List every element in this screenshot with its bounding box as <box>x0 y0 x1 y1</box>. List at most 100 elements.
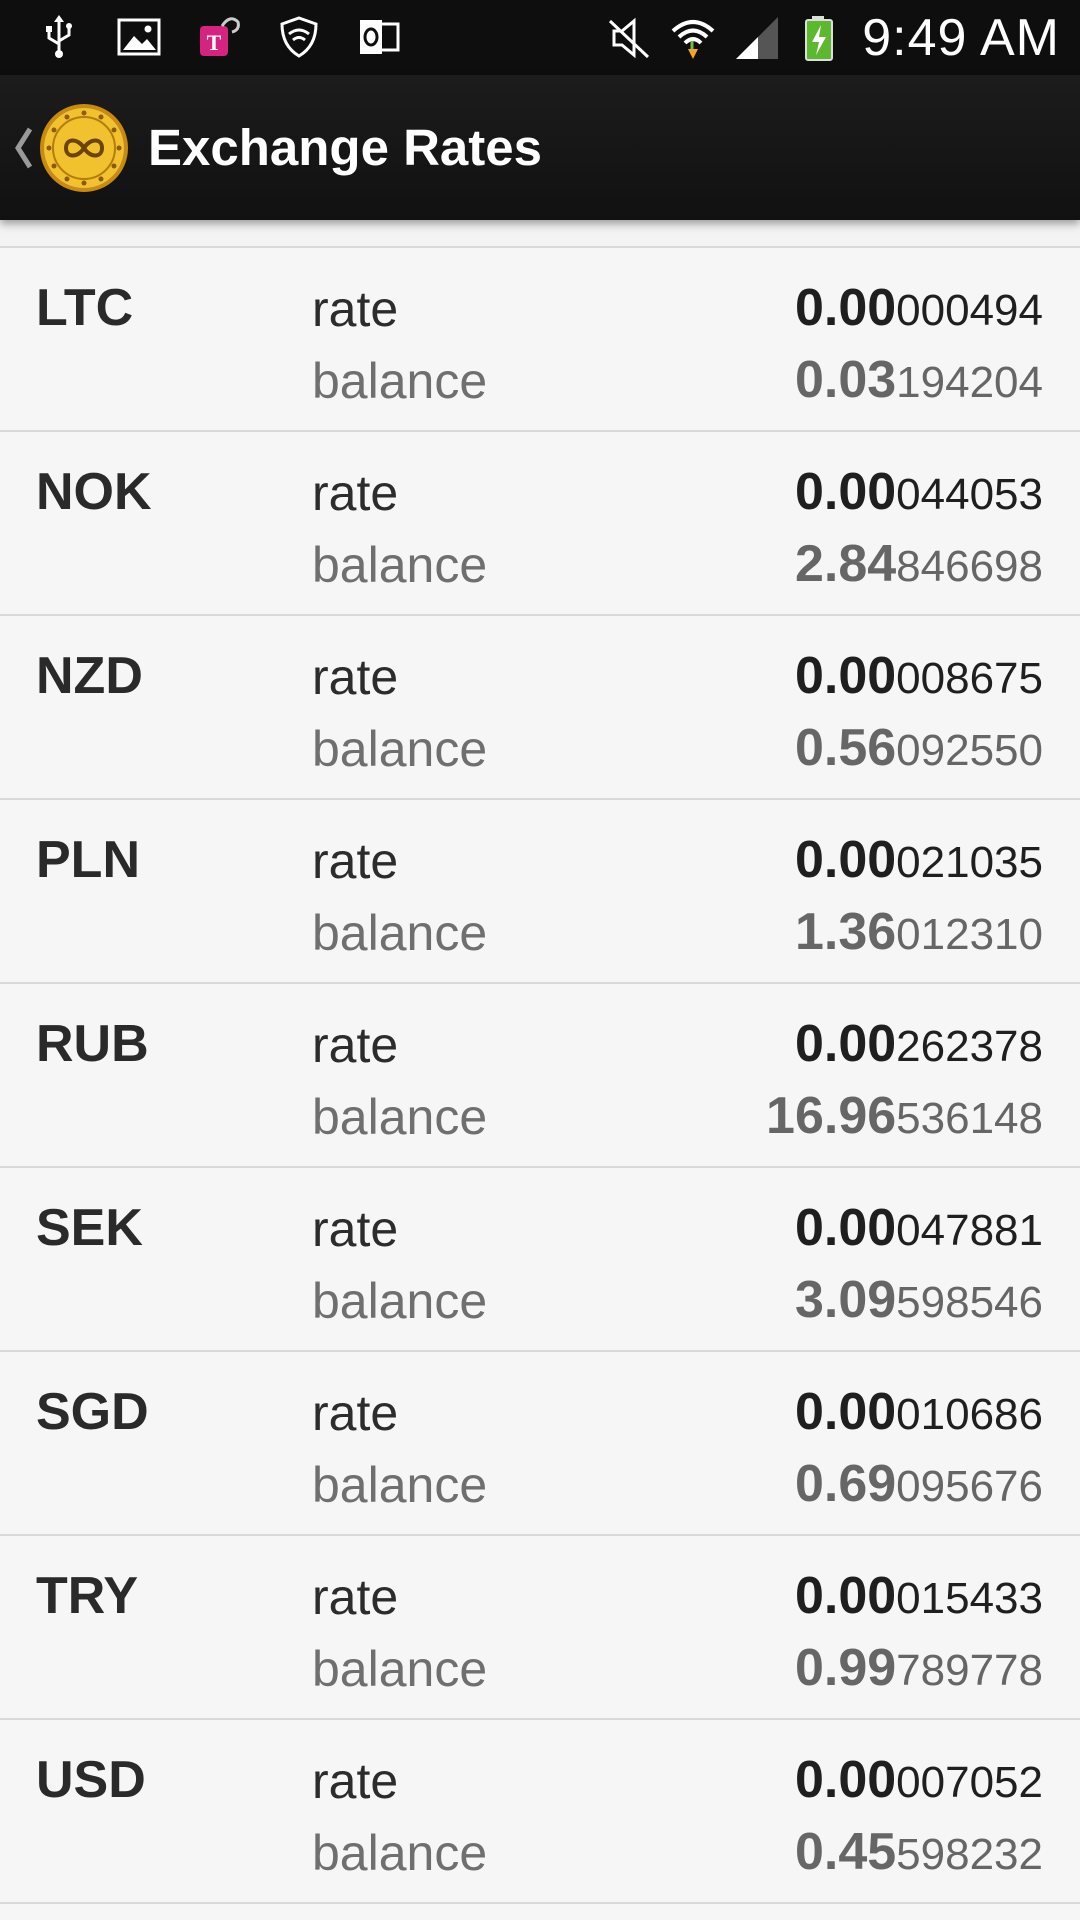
balance-value-minor: 536148 <box>896 1094 1043 1143</box>
rate-value-minor: 008675 <box>896 654 1043 703</box>
rate-label: rate <box>312 1017 399 1073</box>
rate-label: rate <box>312 281 399 337</box>
balance-value-minor: 598546 <box>896 1278 1043 1327</box>
list-header-gap <box>0 220 1080 248</box>
balance-value-minor: 194204 <box>896 358 1043 407</box>
rate-label: rate <box>312 1201 399 1257</box>
usb-icon <box>36 14 82 60</box>
balance-label: balance <box>312 537 488 593</box>
currency-code: NOK <box>36 463 152 521</box>
rate-value-minor: 007052 <box>896 1758 1043 1807</box>
list-item[interactable]: SGD rate balance 0.00010686 0.69095676 <box>0 1352 1080 1536</box>
rate-label: rate <box>312 1569 399 1625</box>
balance-value: 3.09598546 <box>795 1270 1043 1330</box>
wifi-icon <box>670 15 716 61</box>
battery-charging-icon <box>798 15 844 61</box>
balance-value-major: 0.99 <box>794 1639 897 1697</box>
balance-value-major: 0.45 <box>794 1823 897 1881</box>
action-bar: Exchange Rates <box>0 75 1080 220</box>
balance-label: balance <box>312 721 488 777</box>
chevron-left-icon[interactable] <box>12 123 34 173</box>
currency-code: LTC <box>36 279 134 337</box>
rate-value-major: 0.00 <box>794 1199 897 1257</box>
currency-code: RUB <box>36 1015 149 1073</box>
balance-value-minor: 012310 <box>896 910 1043 959</box>
status-time: 9:49 AM <box>862 9 1060 67</box>
rate-value: 0.00262378 <box>795 1014 1043 1074</box>
balance-value-major: 16.96 <box>766 1087 897 1145</box>
coin-logo-icon[interactable] <box>38 102 130 194</box>
balance-label: balance <box>312 1457 488 1513</box>
exchange-rate-list: LTC rate balance 0.00000494 0.03194204 N… <box>0 220 1080 1904</box>
balance-value-minor: 846698 <box>896 542 1043 591</box>
currency-code: SGD <box>36 1383 149 1441</box>
balance-value: 2.84846698 <box>795 534 1043 594</box>
rate-label: rate <box>312 833 399 889</box>
rate-label: rate <box>312 649 399 705</box>
balance-value-minor: 598232 <box>896 1830 1043 1879</box>
list-item[interactable]: PLN rate balance 0.00021035 1.36012310 <box>0 800 1080 984</box>
balance-label: balance <box>312 353 488 409</box>
rate-value-major: 0.00 <box>794 1383 897 1441</box>
list-item[interactable]: TRY rate balance 0.00015433 0.99789778 <box>0 1536 1080 1720</box>
rate-value: 0.00007052 <box>795 1750 1043 1810</box>
rate-value-major: 0.00 <box>794 1567 897 1625</box>
currency-code: USD <box>36 1751 146 1809</box>
shield-icon <box>276 14 322 60</box>
balance-label: balance <box>312 1089 488 1145</box>
rate-value-major: 0.00 <box>794 831 897 889</box>
balance-value-major: 0.56 <box>794 719 897 777</box>
rate-label: rate <box>312 465 399 521</box>
rate-value: 0.00010686 <box>795 1382 1043 1442</box>
rate-value-major: 0.00 <box>794 279 897 337</box>
system-icons: 9:49 AM <box>606 8 1060 68</box>
balance-value: 0.99789778 <box>795 1638 1043 1698</box>
rate-value: 0.00015433 <box>795 1566 1043 1626</box>
rate-value: 0.00000494 <box>795 278 1043 338</box>
rate-label: rate <box>312 1385 399 1441</box>
rate-value-minor: 262378 <box>896 1022 1043 1071</box>
balance-value: 16.96536148 <box>766 1086 1043 1146</box>
rate-label: rate <box>312 1753 399 1809</box>
rate-value-major: 0.00 <box>794 647 897 705</box>
list-item[interactable]: LTC rate balance 0.00000494 0.03194204 <box>0 248 1080 432</box>
list-item[interactable]: RUB rate balance 0.00262378 16.96536148 <box>0 984 1080 1168</box>
list-item[interactable]: NZD rate balance 0.00008675 0.56092550 <box>0 616 1080 800</box>
balance-value: 0.03194204 <box>795 350 1043 410</box>
list-item[interactable]: NOK rate balance 0.00044053 2.84846698 <box>0 432 1080 616</box>
rate-value-minor: 047881 <box>896 1206 1043 1255</box>
balance-value-major: 0.03 <box>794 351 897 409</box>
balance-value-major: 0.69 <box>794 1455 897 1513</box>
rate-value-minor: 015433 <box>896 1574 1043 1623</box>
notification-icons: T <box>36 14 402 60</box>
page-title: Exchange Rates <box>148 119 543 176</box>
balance-value: 1.36012310 <box>795 902 1043 962</box>
tmobile-icon: T <box>196 14 242 60</box>
balance-value-major: 2.84 <box>794 535 897 593</box>
balance-value-minor: 789778 <box>896 1646 1043 1695</box>
rate-value: 0.00021035 <box>795 830 1043 890</box>
balance-value-minor: 095676 <box>896 1462 1043 1511</box>
list-item[interactable]: SEK rate balance 0.00047881 3.09598546 <box>0 1168 1080 1352</box>
balance-value-minor: 092550 <box>896 726 1043 775</box>
balance-label: balance <box>312 1641 488 1697</box>
currency-code: TRY <box>36 1567 139 1625</box>
balance-value-major: 3.09 <box>794 1271 897 1329</box>
rate-value: 0.00008675 <box>795 646 1043 706</box>
status-bar: T 9:49 AM <box>0 0 1080 75</box>
currency-code: PLN <box>36 831 140 889</box>
currency-code: NZD <box>36 647 143 705</box>
rate-value-major: 0.00 <box>794 1015 897 1073</box>
balance-label: balance <box>312 905 488 961</box>
rate-value-minor: 000494 <box>896 286 1043 335</box>
currency-code: SEK <box>36 1199 143 1257</box>
balance-label: balance <box>312 1273 488 1329</box>
rate-value: 0.00044053 <box>795 462 1043 522</box>
rate-value-minor: 044053 <box>896 470 1043 519</box>
rate-value-minor: 021035 <box>896 838 1043 887</box>
rate-value-major: 0.00 <box>794 1751 897 1809</box>
list-item[interactable]: USD rate balance 0.00007052 0.45598232 <box>0 1720 1080 1904</box>
rate-value: 0.00047881 <box>795 1198 1043 1258</box>
rate-value-minor: 010686 <box>896 1390 1043 1439</box>
outlook-icon <box>356 14 402 60</box>
